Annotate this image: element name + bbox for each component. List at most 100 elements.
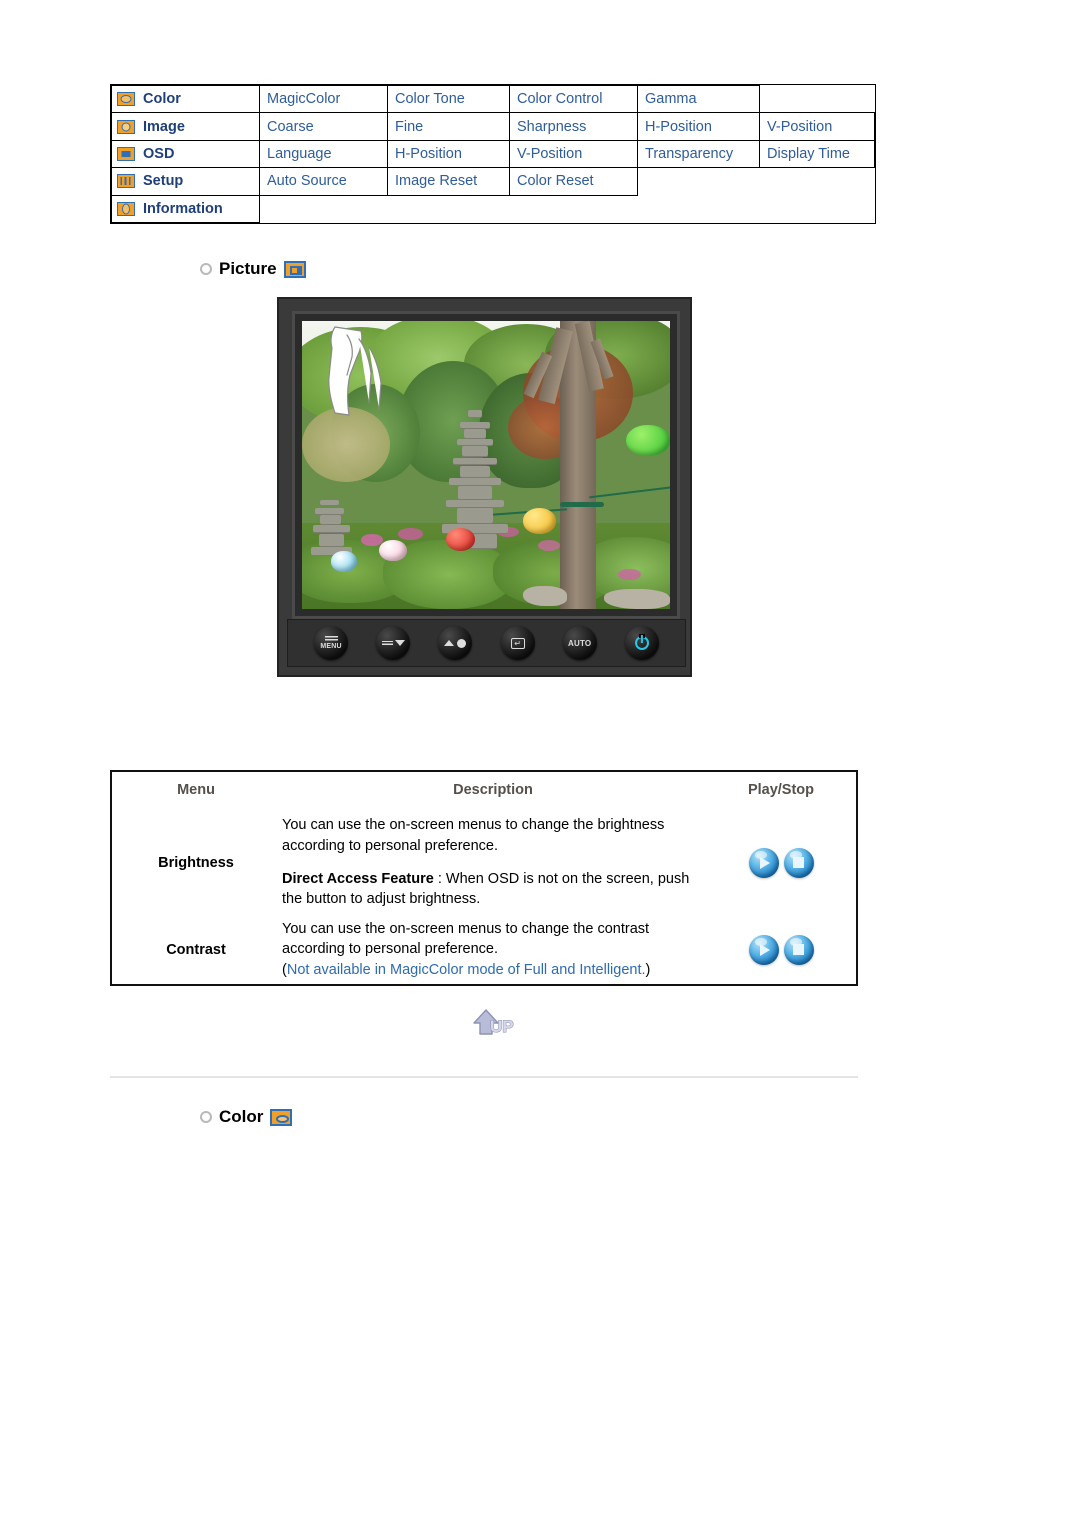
stop-button[interactable]	[783, 934, 814, 965]
menu-item-v-position[interactable]: V-Position	[759, 112, 875, 141]
row-description-brightness: You can use the on-screen menus to chang…	[280, 810, 706, 915]
stop-icon	[793, 857, 804, 869]
menu-category-label: Image	[143, 118, 185, 135]
garden-photo	[302, 321, 670, 609]
table-row: Color MagicColor Color Tone Color Contro…	[111, 84, 875, 114]
description-paragraph: You can use the on-screen menus to chang…	[282, 920, 650, 958]
auto-button-label: AUTO	[568, 638, 592, 648]
menu-item-v-position[interactable]: V-Position	[509, 139, 638, 169]
minus-lines-icon	[381, 641, 393, 645]
menu-empty-cell	[509, 195, 638, 223]
menu-empty-cell	[637, 195, 760, 223]
up-button-label: UP	[490, 1017, 514, 1036]
chevron-up-icon	[444, 640, 455, 646]
power-button[interactable]	[624, 626, 659, 660]
menu-empty-cell	[387, 195, 510, 223]
menu-button-label: MENU	[320, 643, 342, 650]
table-row: Information	[111, 194, 875, 224]
table-header-row: Menu Description Play/Stop	[112, 772, 856, 810]
power-icon	[634, 636, 649, 650]
table-row: Brightness You can use the on-screen men…	[112, 810, 856, 915]
note-paren-close: )	[645, 961, 651, 978]
menu-category-label: Setup	[143, 173, 184, 190]
menu-category-image[interactable]: Image	[111, 112, 260, 141]
information-icon	[117, 201, 135, 216]
row-label-brightness: Brightness	[158, 854, 234, 871]
menu-item-gamma[interactable]: Gamma	[637, 84, 760, 114]
section-heading-color: Color	[200, 1107, 293, 1127]
monitor-illustration: MENU ↵ AUTO	[277, 297, 692, 677]
monitor-screen	[302, 321, 670, 609]
menu-empty-cell	[759, 85, 875, 113]
scroll-to-top-button[interactable]: UP	[458, 1005, 528, 1039]
stop-button[interactable]	[783, 847, 814, 878]
osd-menu-map-table: Color MagicColor Color Tone Color Contro…	[111, 84, 875, 224]
feature-description-table: Menu Description Play/Stop Brightness Yo…	[110, 770, 858, 986]
menu-bars-icon	[324, 636, 338, 642]
direct-access-label: Direct Access Feature	[282, 870, 434, 887]
brightness-sun-icon	[457, 638, 467, 648]
lantern-blue	[331, 551, 358, 572]
menu-empty-cell	[759, 195, 875, 223]
lantern-pink	[379, 539, 407, 562]
menu-item-color-tone[interactable]: Color Tone	[387, 84, 510, 114]
menu-category-information[interactable]: Information	[111, 194, 260, 224]
image-icon	[117, 119, 135, 134]
lantern-red	[445, 528, 475, 552]
monitor-control-panel: MENU ↵ AUTO	[287, 619, 686, 667]
menu-item-h-position[interactable]: H-Position	[387, 139, 510, 169]
menu-empty-cell	[259, 195, 388, 223]
lantern-yellow	[522, 508, 556, 535]
menu-item-display-time[interactable]: Display Time	[759, 139, 875, 169]
stop-icon	[793, 944, 804, 956]
menu-category-label: OSD	[143, 145, 175, 162]
menu-item-magiccolor[interactable]: MagicColor	[259, 84, 388, 114]
play-icon	[760, 943, 770, 956]
menu-category-setup[interactable]: Setup	[111, 167, 260, 196]
picture-osd-icon	[283, 260, 306, 278]
play-button[interactable]	[748, 934, 779, 965]
monitor-bezel	[292, 311, 680, 619]
section-title: Color	[219, 1107, 264, 1126]
enter-icon: ↵	[510, 637, 525, 649]
lantern-green	[625, 424, 670, 457]
enter-source-button[interactable]: ↵	[500, 626, 535, 660]
menu-item-color-reset[interactable]: Color Reset	[509, 167, 638, 196]
menu-category-osd[interactable]: OSD	[111, 139, 260, 169]
play-button[interactable]	[748, 847, 779, 878]
auto-button[interactable]: AUTO	[562, 626, 597, 660]
menu-item-transparency[interactable]: Transparency	[637, 139, 760, 169]
menu-item-language[interactable]: Language	[259, 139, 388, 169]
down-button[interactable]	[376, 626, 411, 660]
osd-menu-map: Color MagicColor Color Tone Color Contro…	[110, 84, 876, 224]
menu-item-image-reset[interactable]: Image Reset	[387, 167, 510, 196]
menu-category-color[interactable]: Color	[111, 84, 260, 114]
row-controls-brightness	[706, 810, 856, 915]
bullet-ring-icon	[200, 1111, 212, 1123]
brightness-button[interactable]	[438, 626, 473, 660]
menu-item-coarse[interactable]: Coarse	[259, 112, 388, 141]
osd-icon	[117, 146, 135, 161]
section-divider	[110, 1076, 858, 1078]
menu-category-label: Color	[143, 91, 181, 108]
menu-empty-cell	[759, 167, 875, 196]
chevron-down-icon	[394, 640, 405, 646]
description-paragraph: Direct Access Feature : When OSD is not …	[282, 869, 700, 910]
menu-button[interactable]: MENU	[314, 626, 349, 660]
note-text: Not available in MagicColor mode of Full…	[286, 961, 646, 978]
menu-item-sharpness[interactable]: Sharpness	[509, 112, 638, 141]
description-note: (Not available in MagicColor mode of Ful…	[282, 960, 700, 981]
setup-icon	[117, 174, 135, 189]
menu-item-h-position[interactable]: H-Position	[637, 112, 760, 141]
row-controls-contrast	[706, 915, 856, 984]
table-row: OSD Language H-Position V-Position Trans…	[111, 139, 875, 169]
menu-item-auto-source[interactable]: Auto Source	[259, 167, 388, 196]
play-icon	[760, 856, 770, 869]
menu-item-fine[interactable]: Fine	[387, 112, 510, 141]
bullet-ring-icon	[200, 263, 212, 275]
menu-empty-cell	[637, 167, 760, 196]
menu-item-color-control[interactable]: Color Control	[509, 84, 638, 114]
column-header-play-stop: Play/Stop	[747, 781, 815, 798]
menu-category-label: Information	[143, 200, 223, 217]
column-header-menu: Menu	[177, 781, 215, 798]
